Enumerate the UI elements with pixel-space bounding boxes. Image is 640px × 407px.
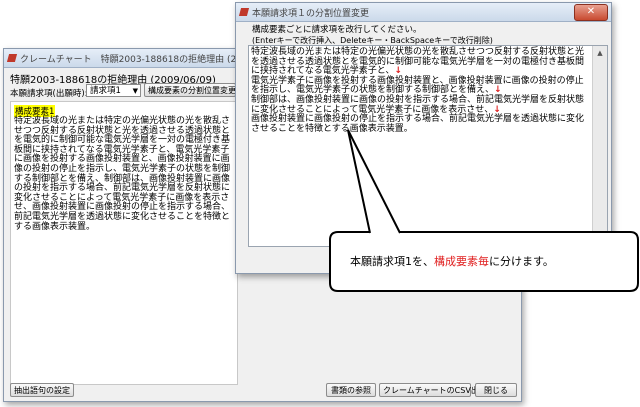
claim-segment-1: 特定波長域の光または特定の光偏光状態の光を散乱させつつ反射する反射状態と光を透過… xyxy=(251,47,585,77)
claim-segment-2: 電気光学素子に画像を投射する画像投射装置と、画像投射装置に画像の投射の停止を指示… xyxy=(251,75,584,96)
callout-text-before: 本願請求項1を、 xyxy=(350,255,434,268)
callout-text-after: に分けます。 xyxy=(489,255,554,268)
callout-text: 本願請求項1を、構成要素毎に分けます。 xyxy=(350,253,554,269)
dialog-close-button[interactable]: ✕ xyxy=(574,4,608,21)
claim-select-value: 請求項1 xyxy=(90,86,121,96)
claim-element-panel: 構成要素1 特定波長域の光または特定の光偏光状態の光を散乱させつつ反射する反射状… xyxy=(10,101,238,385)
dialog-app-icon xyxy=(238,8,250,16)
claim-edit-content: 特定波長域の光または特定の光偏光状態の光を散乱させつつ反射する反射状態と光を透過… xyxy=(251,47,586,134)
instruction-text: 構成要素ごとに請求項を改行してください。 xyxy=(252,25,422,35)
newline-mark: ↓ xyxy=(394,66,402,77)
claim-label: 本願請求項(出願時): xyxy=(10,89,88,99)
dialog-titlebar[interactable]: 本願請求項１の分割位置変更 xyxy=(236,3,611,22)
chevron-down-icon: ▼ xyxy=(132,87,138,95)
element-body-text: 特定波長域の光または特定の光偏光状態の光を散乱させつつ反射する反射状態と光を透過… xyxy=(14,116,231,232)
scroll-down-icon[interactable]: ▼ xyxy=(593,232,607,246)
claim-segment-3: 制御部は、画像投射装置に画像の投射を指示する場合、前記電気光学層を反射状態に変化… xyxy=(251,94,585,115)
split-dialog: 本願請求項１の分割位置変更 ✕ 構成要素ごとに請求項を改行してください。 (En… xyxy=(235,2,612,274)
close-icon: ✕ xyxy=(586,6,596,17)
newline-mark: ↓ xyxy=(494,85,502,96)
scroll-up-icon[interactable]: ▲ xyxy=(593,46,607,60)
app-icon xyxy=(6,54,18,62)
callout-text-highlight: 構成要素毎 xyxy=(434,255,489,268)
extract-terms-button[interactable]: 抽出語句の設定 xyxy=(10,383,74,397)
split-position-button[interactable]: 構成要素の分割位置変更 xyxy=(144,83,236,97)
vertical-scrollbar[interactable]: ▲ ▼ xyxy=(592,46,607,246)
claim-edit-textarea[interactable]: 特定波長域の光または特定の光偏光状態の光を散乱させつつ反射する反射状態と光を透過… xyxy=(248,45,608,247)
dialog-title: 本願請求項１の分割位置変更 xyxy=(252,8,370,19)
csv-export-button[interactable]: クレームチャートのCSV出力 xyxy=(379,383,487,397)
close-button[interactable]: 閉じる xyxy=(475,383,517,397)
reference-docs-button[interactable]: 書類の参照 xyxy=(326,383,376,397)
claim-select[interactable]: 請求項1 ▼ xyxy=(86,84,141,97)
claim-segment-4: 画像投射装置に画像投射の停止を指示する場合、前記電気光学層を透過状態に変化させる… xyxy=(251,114,585,134)
